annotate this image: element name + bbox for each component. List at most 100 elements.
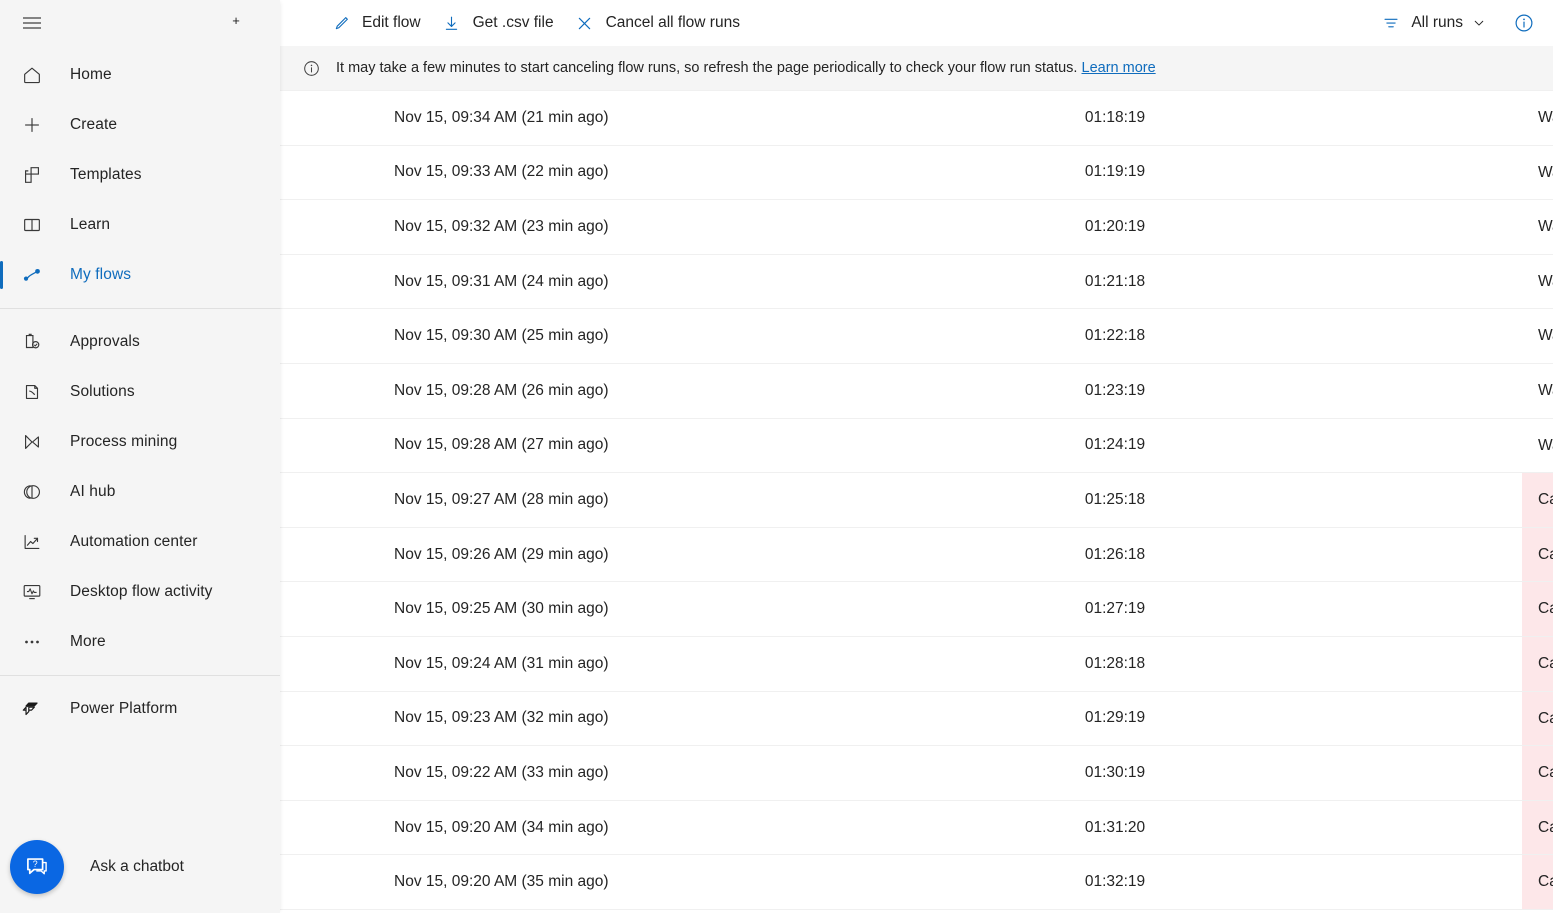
run-status-cell: Canceling [1483,746,1553,801]
run-status-cell: Canceling [1483,855,1553,910]
table-row[interactable]: Nov 15, 09:27 AM (28 min ago)01:25:18Can… [280,473,1553,528]
info-circle-icon [300,57,322,79]
sidebar-item-label: Templates [70,166,142,184]
table-row[interactable]: Nov 15, 09:28 AM (27 min ago)01:24:19Wai… [280,418,1553,473]
run-status-cell: Waiting [1483,254,1553,309]
run-duration-cell: 01:21:18 [900,254,1330,309]
table-row[interactable]: Nov 15, 09:25 AM (30 min ago)01:27:19Can… [280,582,1553,637]
sidebar-item-label: Automation center [70,533,198,551]
cancel-all-flow-runs-button[interactable]: Cancel all flow runs [564,6,750,40]
sidebar-item-ai-hub[interactable]: AI hub [0,467,280,517]
edit-flow-button[interactable]: Edit flow [320,6,431,40]
run-spacer-cell [1330,582,1483,637]
sidebar-item-label: Learn [70,216,110,234]
app-root: + Home Create [0,0,1553,913]
sidebar: + Home Create [0,0,280,913]
status-badge: Canceling [1522,582,1553,636]
run-spacer-cell [1330,855,1483,910]
sidebar-item-label: AI hub [70,483,115,501]
status-badge: Canceling [1522,637,1553,691]
chevron-down-icon [1471,15,1487,31]
run-start-cell: Nov 15, 09:23 AM (32 min ago) [280,691,900,746]
sidebar-item-label: Solutions [70,383,135,401]
table-row[interactable]: Nov 15, 09:28 AM (26 min ago)01:23:19Wai… [280,363,1553,418]
sidebar-marker-icon: + [231,16,241,26]
table-row[interactable]: Nov 15, 09:33 AM (22 min ago)01:19:19Wai… [280,145,1553,200]
sidebar-item-templates[interactable]: Templates [0,150,280,200]
status-badge: Canceling [1522,528,1553,582]
table-row[interactable]: Nov 15, 09:22 AM (33 min ago)01:30:19Can… [280,746,1553,801]
all-runs-filter-button[interactable]: All runs [1373,6,1495,40]
run-status-cell: Canceling [1483,582,1553,637]
main-content: Edit flow Get .csv file Cancel all flow … [280,0,1553,913]
process-mining-icon [12,422,52,462]
sidebar-item-process-mining[interactable]: Process mining [0,417,280,467]
sidebar-item-home[interactable]: Home [0,50,280,100]
status-badge: Waiting [1522,200,1553,254]
table-row[interactable]: Nov 15, 09:20 AM (35 min ago)01:32:19Can… [280,855,1553,910]
run-start-cell: Nov 15, 09:32 AM (23 min ago) [280,200,900,255]
learn-more-link[interactable]: Learn more [1082,60,1156,76]
run-start-cell: Nov 15, 09:20 AM (34 min ago) [280,800,900,855]
table-row[interactable]: Nov 15, 09:32 AM (23 min ago)01:20:19 Wai… [280,200,1553,255]
table-row[interactable]: Nov 15, 09:26 AM (29 min ago)01:26:18Can… [280,527,1553,582]
table-row[interactable]: Nov 15, 09:31 AM (24 min ago)01:21:18 Wai… [280,254,1553,309]
status-badge: Canceling [1522,801,1553,855]
run-start-cell: Nov 15, 09:33 AM (22 min ago) [280,145,900,200]
run-spacer-cell [1330,527,1483,582]
svg-text:?: ? [33,859,38,869]
home-icon [12,55,52,95]
run-spacer-cell [1330,636,1483,691]
run-duration-cell: 01:28:18 [900,636,1330,691]
flow-runs-table-body: Nov 15, 09:34 AM (21 min ago)01:18:19Wai… [280,91,1553,910]
table-row[interactable]: Nov 15, 09:24 AM (31 min ago)01:28:18Can… [280,636,1553,691]
ai-brain-icon [12,472,52,512]
status-badge: Waiting [1522,146,1553,200]
flow-runs-table: Nov 15, 09:34 AM (21 min ago)01:18:19Wai… [280,90,1553,910]
run-start-cell: Nov 15, 09:31 AM (24 min ago) [280,254,900,309]
status-badge: Waiting [1522,91,1553,145]
run-spacer-cell [1330,746,1483,801]
run-status-cell: Waiting [1483,145,1553,200]
sidebar-item-my-flows[interactable]: My flows [0,250,280,300]
hamburger-menu-icon[interactable] [12,3,52,43]
run-duration-cell: 01:27:19 [900,582,1330,637]
sidebar-item-automation-center[interactable]: Automation center [0,517,280,567]
info-circle-icon-button[interactable] [1507,6,1541,40]
power-platform-icon [12,689,52,729]
run-status-cell: Waiting [1483,200,1553,255]
run-duration-cell: 01:31:20 [900,800,1330,855]
plus-icon [12,105,52,145]
run-start-cell: Nov 15, 09:27 AM (28 min ago) [280,473,900,528]
cancel-all-flow-runs-label: Cancel all flow runs [606,14,740,32]
run-spacer-cell [1330,254,1483,309]
status-badge: Waiting [1522,364,1553,418]
table-row[interactable]: Nov 15, 09:20 AM (34 min ago)01:31:20 Can… [280,800,1553,855]
ask-a-chatbot-button[interactable]: ? Ask a chatbot [0,820,280,913]
run-start-cell: Nov 15, 09:20 AM (35 min ago) [280,855,900,910]
table-row[interactable]: Nov 15, 09:34 AM (21 min ago)01:18:19Wai… [280,91,1553,146]
get-csv-file-button[interactable]: Get .csv file [431,6,564,40]
run-spacer-cell [1330,363,1483,418]
table-row[interactable]: Nov 15, 09:30 AM (25 min ago)01:22:18Wai… [280,309,1553,364]
sidebar-item-solutions[interactable]: Solutions [0,367,280,417]
table-row[interactable]: Nov 15, 09:23 AM (32 min ago)01:29:19Can… [280,691,1553,746]
sidebar-item-create[interactable]: Create [0,100,280,150]
sidebar-item-power-platform[interactable]: Power Platform [0,684,280,734]
run-spacer-cell [1330,418,1483,473]
filter-icon [1381,13,1401,33]
run-duration-cell: 01:26:18 [900,527,1330,582]
command-bar: Edit flow Get .csv file Cancel all flow … [280,0,1553,46]
sidebar-item-more[interactable]: More [0,617,280,667]
sidebar-primary-nav: Home Create Templates [0,46,280,734]
flow-runs-table-container[interactable]: Nov 15, 09:34 AM (21 min ago)01:18:19Wai… [280,90,1553,913]
run-status-cell: Canceling [1483,800,1553,855]
run-duration-cell: 01:20:19 [900,200,1330,255]
sidebar-item-learn[interactable]: Learn [0,200,280,250]
run-status-cell: Waiting [1483,91,1553,146]
sidebar-item-approvals[interactable]: Approvals [0,317,280,367]
edit-flow-label: Edit flow [362,14,421,32]
run-duration-cell: 01:25:18 [900,473,1330,528]
run-start-cell: Nov 15, 09:22 AM (33 min ago) [280,746,900,801]
sidebar-item-desktop-flow-activity[interactable]: Desktop flow activity [0,567,280,617]
